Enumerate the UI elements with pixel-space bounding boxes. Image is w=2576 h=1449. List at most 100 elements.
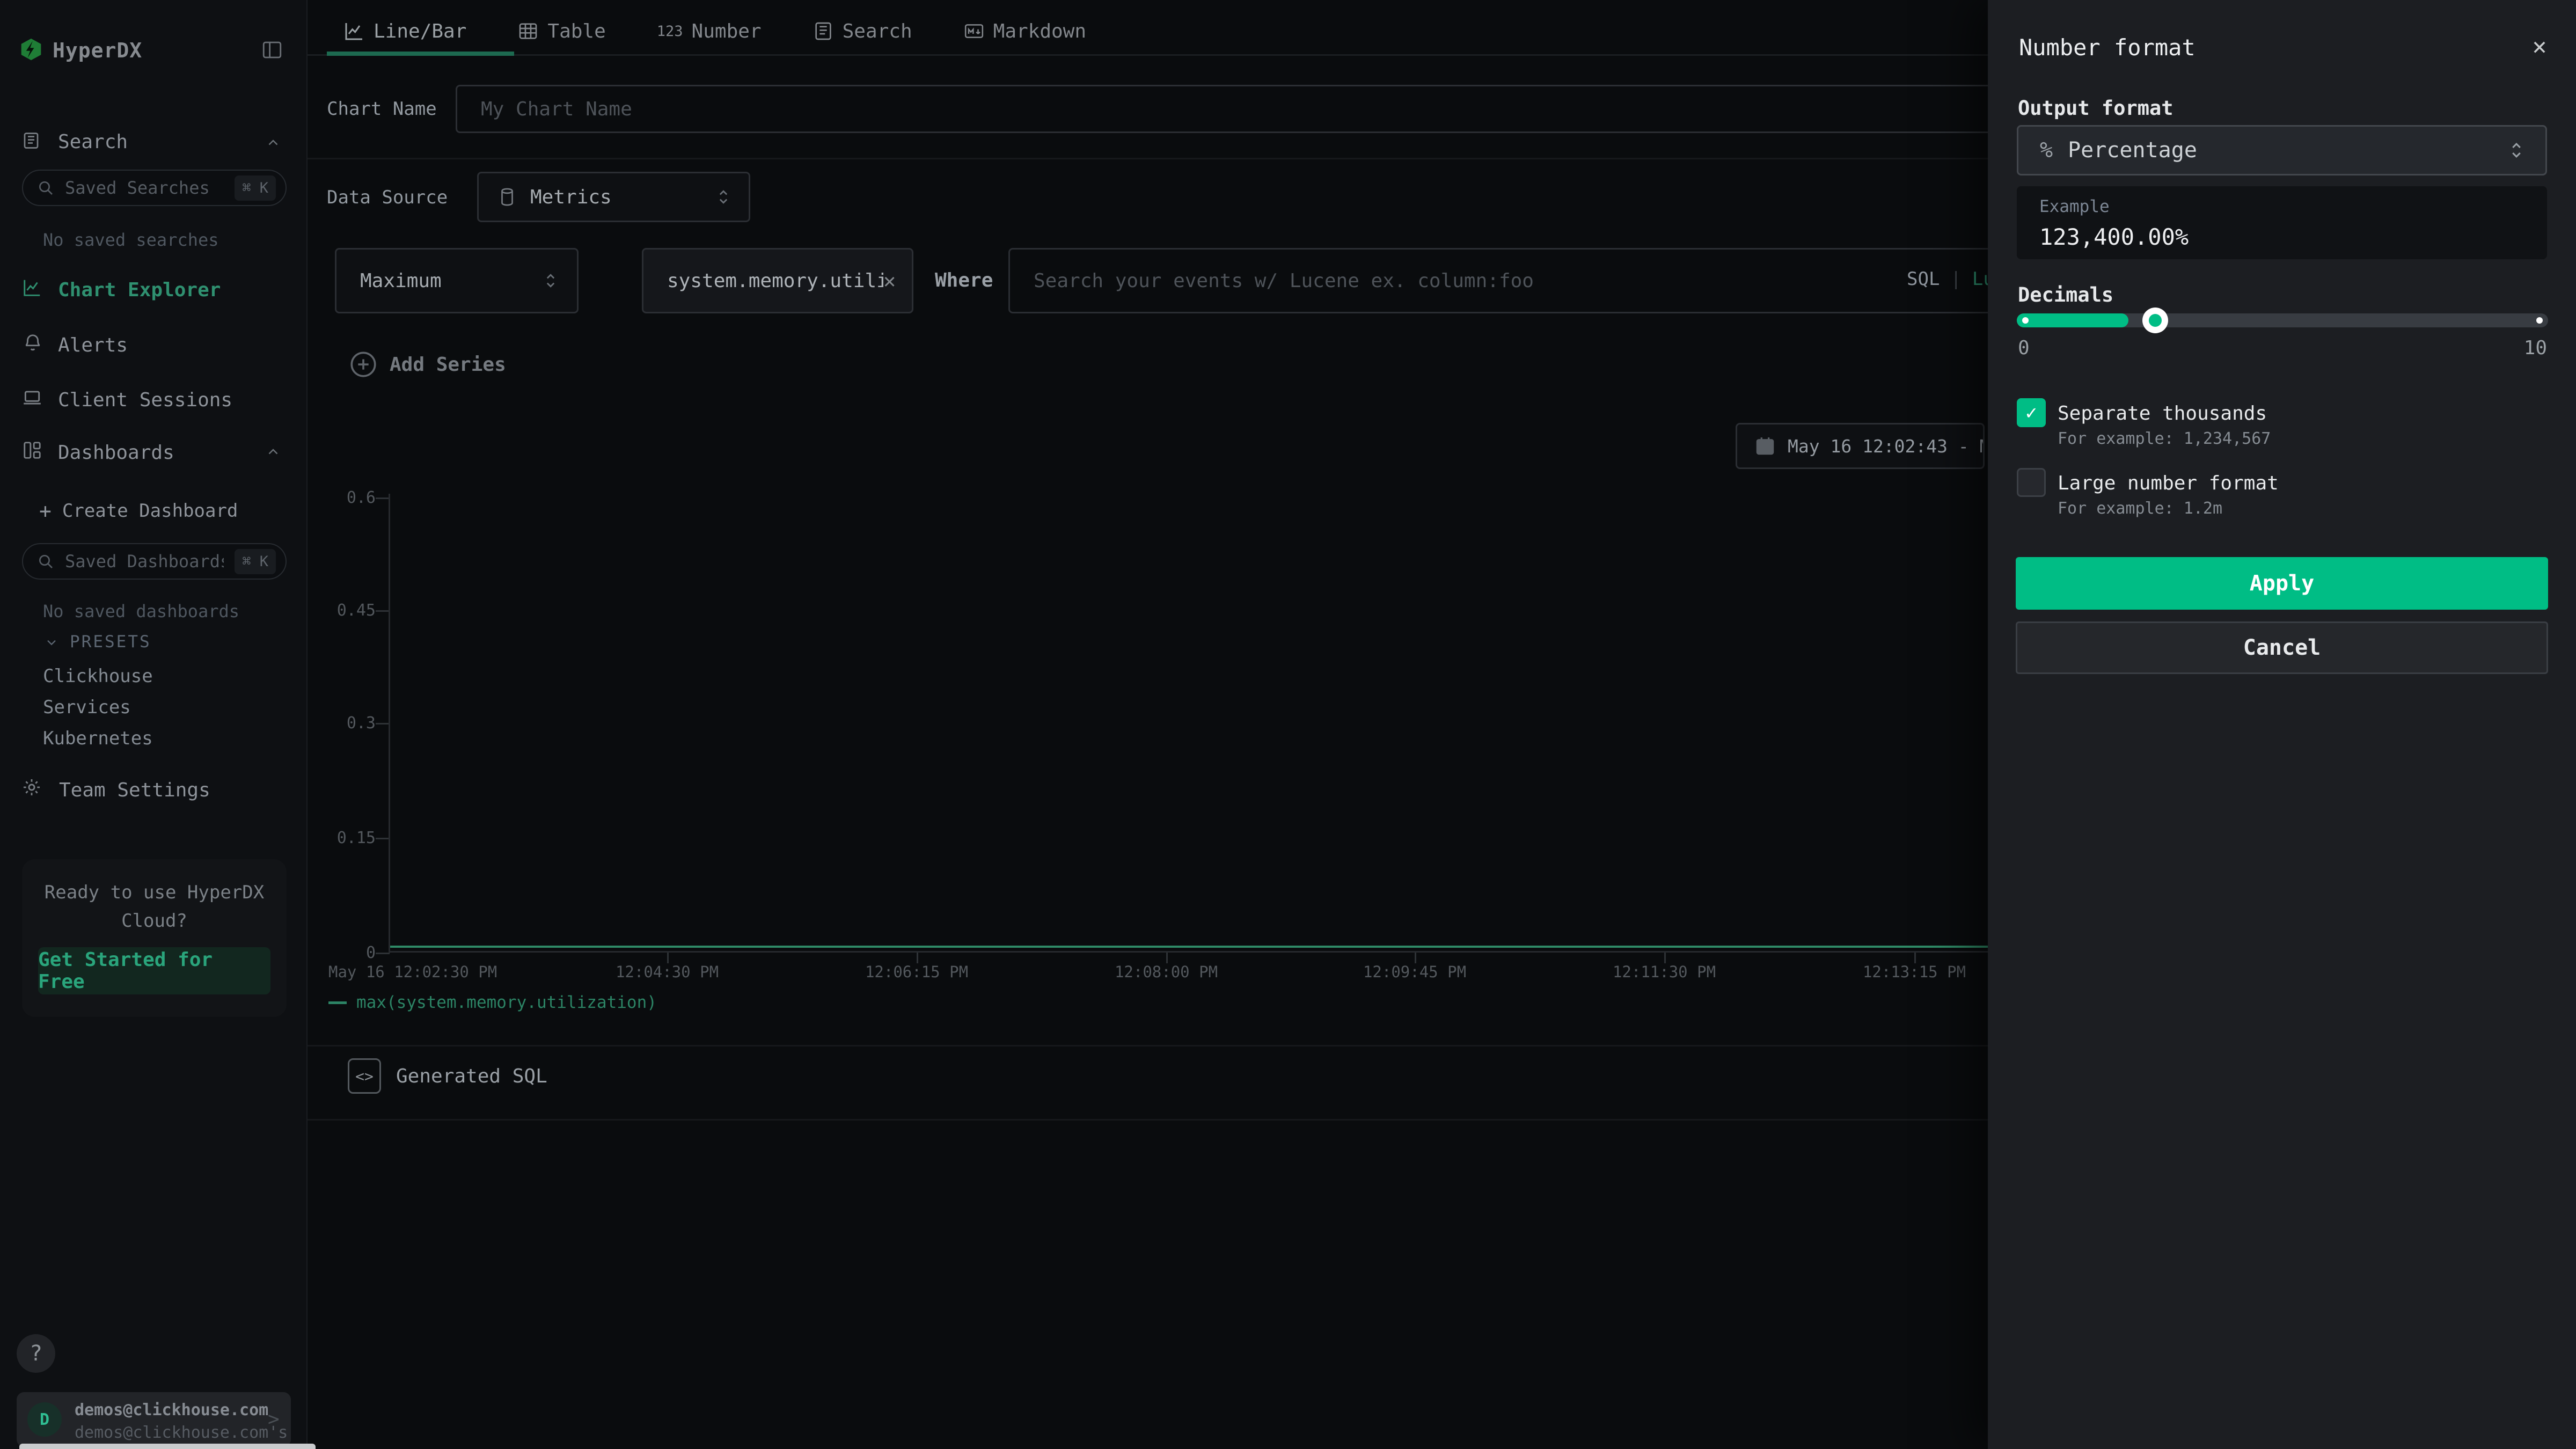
decimals-slider[interactable] <box>2017 313 2548 327</box>
dashboards-icon <box>22 440 42 460</box>
slider-max-mark <box>2536 317 2543 324</box>
help-button[interactable]: ? <box>17 1334 55 1373</box>
shortcut-badge: ⌘ K <box>235 549 276 574</box>
apply-button[interactable]: Apply <box>2016 557 2548 610</box>
data-source-select[interactable]: Metrics <box>477 172 750 222</box>
laptop-icon <box>22 387 42 408</box>
number-format-panel: Number format ✕ Output format % Percenta… <box>1988 0 2576 1449</box>
chart-explorer-icon <box>22 277 42 298</box>
sidebar: HyperDX Search ⌘ K No saved searches Cha… <box>0 0 308 1449</box>
sidebar-item-team-settings[interactable]: Team Settings <box>59 779 210 801</box>
x-tick <box>667 953 669 963</box>
sidebar-item-chart-explorer[interactable]: Chart Explorer <box>58 279 221 301</box>
chart-name-label: Chart Name <box>327 98 437 120</box>
y-tick-label: 0.45 <box>311 601 376 620</box>
shortcut-badge: ⌘ K <box>235 175 276 201</box>
percent-icon: % <box>2040 138 2053 163</box>
preset-item-clickhouse[interactable]: Clickhouse <box>43 665 153 687</box>
sidebar-item-alerts[interactable]: Alerts <box>58 334 128 356</box>
x-tick-label: 12:11:30 PM <box>1584 963 1745 981</box>
search-list-icon <box>813 20 834 42</box>
separate-thousands-hint: For example: 1,234,567 <box>2058 429 2271 448</box>
slider-min-label: 0 <box>2018 337 2030 359</box>
sql-mode-label[interactable]: SQL <box>1907 268 1940 290</box>
aggregation-value: Maximum <box>360 270 442 292</box>
y-tick <box>376 497 390 499</box>
sidebar-item-dashboards[interactable]: Dashboards <box>58 442 174 464</box>
user-email: demos@clickhouse.com <box>75 1401 268 1419</box>
tabbar-divider <box>308 54 1988 56</box>
bottom-toast-edge <box>19 1444 316 1449</box>
caret-updown-icon <box>716 186 730 208</box>
remove-metric-icon[interactable]: ✕ <box>883 269 896 292</box>
y-tick-label: 0 <box>311 943 376 962</box>
tab-number[interactable]: 123 Number <box>657 20 762 42</box>
date-range-picker[interactable]: May 16 12:02:43 - Ma <box>1736 423 1985 469</box>
y-tick <box>376 723 390 724</box>
tab-line-bar[interactable]: Line/Bar <box>343 20 466 42</box>
search-icon <box>37 553 54 570</box>
preset-item-services[interactable]: Services <box>43 697 131 718</box>
add-series-button[interactable]: Add Series <box>348 349 506 380</box>
date-range-value: May 16 12:02:43 - Ma <box>1788 436 1985 457</box>
cancel-button[interactable]: Cancel <box>2016 621 2548 674</box>
x-tick <box>1914 953 1916 963</box>
toggle-divider: | <box>1950 268 1961 290</box>
saved-searches-input[interactable] <box>64 177 225 199</box>
checkbox-unchecked[interactable] <box>2017 468 2046 497</box>
slider-max-label: 10 <box>2504 337 2547 359</box>
sidebar-item-client-sessions[interactable]: Client Sessions <box>58 389 232 411</box>
series-line <box>390 946 1988 948</box>
cloud-promo-card: Ready to use HyperDX Cloud? Get Started … <box>22 859 287 1017</box>
panel-title: Number format <box>2019 34 2196 61</box>
metric-field-chip[interactable]: system.memory.utiliza ✕ <box>642 248 913 313</box>
generated-sql-toggle[interactable]: <> Generated SQL <box>348 1058 547 1094</box>
search-section-icon <box>21 131 41 150</box>
avatar: D <box>27 1402 62 1437</box>
slider-handle[interactable] <box>2142 308 2168 333</box>
saved-searches-search[interactable]: ⌘ K <box>22 170 287 206</box>
section-divider <box>308 1045 1988 1046</box>
query-language-toggle[interactable]: SQL | Lu <box>1907 268 1994 290</box>
decimals-label: Decimals <box>2018 283 2113 306</box>
close-icon[interactable]: ✕ <box>2524 31 2555 61</box>
large-number-format-hint: For example: 1.2m <box>2058 499 2222 518</box>
slider-fill <box>2017 313 2128 327</box>
caret-updown-icon <box>544 270 558 291</box>
saved-dashboards-input[interactable] <box>64 551 225 572</box>
format-example-card: Example 123,400.00% <box>2017 186 2547 259</box>
preset-item-kubernetes[interactable]: Kubernetes <box>43 728 153 749</box>
tab-markdown[interactable]: Markdown <box>963 20 1086 42</box>
checkbox-checked[interactable]: ✓ <box>2017 398 2046 427</box>
user-card[interactable]: D demos@clickhouse.com demos@clickhouse.… <box>17 1392 291 1447</box>
chevron-up-icon[interactable] <box>265 135 281 151</box>
calendar-icon <box>1754 435 1776 457</box>
x-tick-label: 12:06:15 PM <box>836 963 997 981</box>
create-dashboard-button[interactable]: + Create Dashboard <box>39 499 238 523</box>
hyperdx-logo-icon <box>19 38 43 61</box>
aggregation-select[interactable]: Maximum <box>335 248 579 313</box>
tab-table[interactable]: Table <box>517 20 605 42</box>
chart-legend[interactable]: max(system.memory.utilization) <box>328 993 657 1012</box>
separate-thousands-label: Separate thousands <box>2058 402 2267 425</box>
tab-label: Table <box>547 20 605 42</box>
tab-search[interactable]: Search <box>813 20 912 42</box>
output-format-select[interactable]: % Percentage <box>2017 125 2547 175</box>
metric-field-value: system.memory.utiliza <box>667 270 883 292</box>
presets-header[interactable]: PRESETS <box>44 632 151 652</box>
example-label: Example <box>2039 197 2524 216</box>
chevron-up-icon[interactable] <box>265 444 281 460</box>
number-123-icon: 123 <box>657 23 683 40</box>
sidebar-item-search[interactable]: Search <box>58 131 128 153</box>
x-tick <box>917 953 918 963</box>
search-icon <box>37 179 54 196</box>
y-tick-label: 0.3 <box>311 714 376 733</box>
saved-dashboards-search[interactable]: ⌘ K <box>22 543 287 580</box>
get-started-button[interactable]: Get Started for Free <box>38 947 270 994</box>
sidebar-collapse-icon[interactable] <box>261 39 283 61</box>
data-source-label: Data Source <box>327 187 448 208</box>
legend-line-swatch <box>328 1001 347 1004</box>
user-subtitle: demos@clickhouse.com's <box>75 1423 288 1442</box>
x-tick-label: 12:04:30 PM <box>587 963 748 981</box>
cloud-promo-text: Ready to use HyperDX Cloud? <box>38 879 270 935</box>
